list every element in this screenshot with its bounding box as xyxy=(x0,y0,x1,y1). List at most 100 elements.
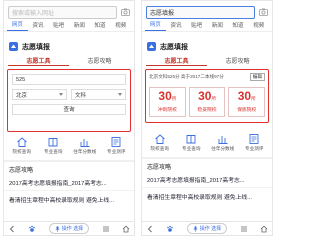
province-select-value: 北京 xyxy=(16,92,28,99)
score-input-form: 525 北京 文科 查询 xyxy=(7,69,131,132)
icon-label: 专业测评 xyxy=(245,146,264,151)
subject-select[interactable]: 文科 xyxy=(71,89,126,100)
voice-button-label: 操作 选择 xyxy=(61,226,84,232)
tab-web[interactable]: 网页 xyxy=(7,20,28,31)
stat-unit: 所 xyxy=(171,96,177,101)
tab-news-info[interactable]: 资讯 xyxy=(166,21,187,31)
subject-select-value: 文科 xyxy=(75,92,87,99)
stat-unit: 所 xyxy=(251,96,256,101)
chevron-down-icon xyxy=(59,93,63,96)
edit-button[interactable]: 编辑 xyxy=(249,73,265,81)
back-icon[interactable] xyxy=(146,225,154,233)
tool-icons: 院校查询 专业查询 往年分数线 专业测评 xyxy=(4,136,134,155)
home-icon[interactable] xyxy=(260,225,268,233)
score-input[interactable]: 525 xyxy=(12,74,126,85)
recommendation-result: 北京文科525分 高于2017二本线97分 编辑 30所 冲刺院校 30所 稳妥… xyxy=(145,69,269,123)
score-line-button[interactable]: 往年分数线 xyxy=(70,136,100,155)
back-icon[interactable] xyxy=(8,225,16,233)
tab-video[interactable]: 视频 xyxy=(110,21,131,31)
camera-icon[interactable] xyxy=(258,7,268,17)
bottom-toolbar: 操作 选择 xyxy=(142,221,272,235)
stat-reach-colleges[interactable]: 30所 冲刺院校 xyxy=(149,87,186,117)
major-query-button[interactable]: 专业查询 xyxy=(38,136,68,155)
icon-label: 往年分数线 xyxy=(211,146,235,151)
article-link[interactable]: 2017高考志愿填报指南_2017高考志... xyxy=(4,174,134,187)
search-input[interactable]: 志愿填报 xyxy=(146,5,255,19)
stat-unit: 所 xyxy=(211,96,216,101)
tab-volunteer-tools[interactable]: 志愿工具 xyxy=(146,54,207,66)
tab-tieba[interactable]: 贴吧 xyxy=(48,21,69,31)
search-bar: 志愿填报 xyxy=(142,1,272,20)
stat-fallback-colleges[interactable]: 30所 保底院校 xyxy=(228,87,266,117)
card-title: 志愿填报 xyxy=(22,43,50,51)
college-query-button[interactable]: 院校查询 xyxy=(145,133,175,152)
right-phone-screen: 志愿填报 网页 资讯 贴吧 新闻 知道 视频 志愿填报 志愿工具 志愿攻略 北京… xyxy=(141,0,273,236)
quiz-icon xyxy=(111,137,121,147)
tool-icons: 院校查询 专业查询 往年分数线 专业测评 xyxy=(142,133,272,152)
tab-news-info[interactable]: 资讯 xyxy=(28,21,49,31)
article-link[interactable]: 看清招生章程中高校录取规则 避免上线... xyxy=(4,190,134,204)
stat-safe-colleges[interactable]: 30所 稳妥院校 xyxy=(188,87,226,117)
book-icon xyxy=(48,138,58,147)
article-link[interactable]: 2017高考志愿填报指南_2017高考志... xyxy=(142,171,272,184)
tab-volunteer-tools[interactable]: 志愿工具 xyxy=(8,54,69,66)
tab-tieba[interactable]: 贴吧 xyxy=(186,21,207,31)
menu-icon[interactable] xyxy=(240,225,248,233)
camera-icon[interactable] xyxy=(120,7,130,17)
major-query-button[interactable]: 专业查询 xyxy=(176,133,206,152)
search-tabs: 网页 资讯 贴吧 新闻 知道 视频 xyxy=(142,20,272,32)
bottom-toolbar: 操作 选择 xyxy=(4,221,134,235)
paw-icon[interactable] xyxy=(28,225,36,233)
college-stats: 30所 冲刺院校 30所 稳妥院校 30所 保底院校 xyxy=(149,87,266,117)
search-tabs: 网页 资讯 贴吧 新闻 知道 视频 xyxy=(4,20,134,32)
major-test-button[interactable]: 专业测评 xyxy=(239,133,269,152)
chart-icon xyxy=(218,136,228,144)
icon-label: 专业查询 xyxy=(44,149,63,154)
tab-web[interactable]: 网页 xyxy=(145,20,166,31)
microphone-icon xyxy=(193,225,198,232)
tab-volunteer-guide[interactable]: 志愿攻略 xyxy=(207,54,268,66)
voice-button-label: 操作 选择 xyxy=(199,226,222,232)
article-link[interactable]: 看清招生章程中高校录取规则 避免上线... xyxy=(142,187,272,201)
card-logo-icon xyxy=(147,42,156,51)
microphone-icon xyxy=(55,225,60,232)
section-title: 志愿攻略 xyxy=(147,165,172,171)
card-sub-tabs: 志愿工具 志愿攻略 xyxy=(8,54,130,66)
icon-label: 院校查询 xyxy=(12,149,31,154)
tab-news[interactable]: 新闻 xyxy=(69,21,90,31)
paw-icon[interactable] xyxy=(166,225,174,233)
tab-news[interactable]: 新闻 xyxy=(207,21,228,31)
search-bar: 搜索或输入网址 xyxy=(4,1,134,20)
query-button[interactable]: 查询 xyxy=(12,104,126,115)
card-title: 志愿填报 xyxy=(160,43,188,51)
tab-zhidao[interactable]: 知道 xyxy=(228,21,249,31)
score-summary: 北京文科525分 高于2017二本线97分 xyxy=(149,74,224,79)
stat-value: 30 xyxy=(237,89,252,103)
home-icon[interactable] xyxy=(122,225,130,233)
voice-search-button[interactable]: 操作 选择 xyxy=(48,223,90,234)
stat-value: 30 xyxy=(158,89,172,103)
left-phone-screen: 搜索或输入网址 网页 资讯 贴吧 新闻 知道 视频 志愿填报 志愿工具 志愿攻略… xyxy=(3,0,135,236)
province-select[interactable]: 北京 xyxy=(12,89,67,100)
search-input[interactable]: 搜索或输入网址 xyxy=(8,5,117,19)
college-query-button[interactable]: 院校查询 xyxy=(7,136,37,155)
stat-value: 30 xyxy=(198,89,212,103)
icon-label: 专业查询 xyxy=(182,146,201,151)
tab-zhidao[interactable]: 知道 xyxy=(90,21,111,31)
card-header: 志愿填报 xyxy=(4,39,134,54)
icon-label: 专业测评 xyxy=(107,149,126,154)
icon-label: 往年分数线 xyxy=(73,149,97,154)
icon-label: 院校查询 xyxy=(150,146,169,151)
quiz-icon xyxy=(249,134,259,144)
stat-label: 保底院校 xyxy=(237,108,257,113)
tab-video[interactable]: 视频 xyxy=(248,21,269,31)
stat-label: 稳妥院校 xyxy=(197,108,217,113)
menu-icon[interactable] xyxy=(102,225,110,233)
tab-volunteer-guide[interactable]: 志愿攻略 xyxy=(69,54,130,66)
score-line-button[interactable]: 往年分数线 xyxy=(208,133,238,152)
book-icon xyxy=(186,135,196,144)
card-header: 志愿填报 xyxy=(142,39,272,54)
chart-icon xyxy=(80,139,90,147)
voice-search-button[interactable]: 操作 选择 xyxy=(186,223,228,234)
major-test-button[interactable]: 专业测评 xyxy=(101,136,131,155)
